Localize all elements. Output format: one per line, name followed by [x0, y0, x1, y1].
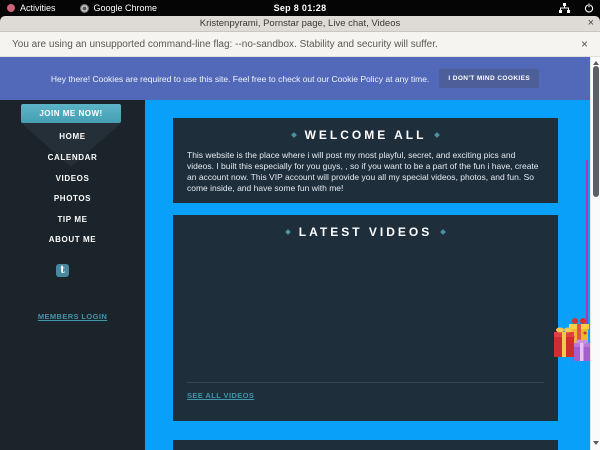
- sidebar: JOIN ME NOW! HOME CALENDAR VIDEOS PHOTOS…: [0, 100, 145, 450]
- latest-videos-panel: LATEST VIDEOS SEE ALL VIDEOS: [173, 215, 558, 421]
- see-all-videos-link[interactable]: SEE ALL VIDEOS: [187, 391, 254, 400]
- scrollbar-up-icon[interactable]: [593, 61, 599, 65]
- scrollbar-thumb[interactable]: [593, 66, 599, 197]
- welcome-title-row: WELCOME ALL: [173, 118, 558, 142]
- chrome-infobar: You are using an unsupported command-lin…: [0, 32, 600, 57]
- scrollbar-down-icon[interactable]: [593, 441, 599, 445]
- sidebar-item-tip-me[interactable]: TIP ME: [0, 215, 145, 224]
- system-tray: [559, 0, 594, 16]
- sidebar-item-about-me[interactable]: ABOUT ME: [0, 235, 145, 244]
- sidebar-item-calendar[interactable]: CALENDAR: [0, 153, 145, 162]
- join-me-now-button[interactable]: JOIN ME NOW!: [21, 104, 121, 123]
- window-titlebar: Kristenpyrami, Pornstar page, Live chat,…: [0, 16, 600, 32]
- members-login-link[interactable]: MEMBERS LOGIN: [0, 312, 145, 321]
- next-panel-partial: [173, 440, 558, 450]
- sidebar-item-photos[interactable]: PHOTOS: [0, 194, 145, 203]
- screen: Activities Google Chrome Sep 8 01:28: [0, 0, 600, 450]
- network-icon[interactable]: [559, 3, 570, 13]
- latest-videos-title: LATEST VIDEOS: [299, 225, 432, 239]
- divider: [187, 382, 544, 383]
- diamond-icon: [285, 229, 291, 235]
- page-scrollbar[interactable]: [590, 57, 600, 450]
- power-icon[interactable]: [584, 3, 594, 13]
- infobar-message: You are using an unsupported command-lin…: [12, 39, 438, 50]
- cookie-banner: Hey there! Cookies are required to use t…: [0, 57, 590, 100]
- infobar-close-icon[interactable]: ×: [581, 37, 588, 51]
- cookie-message: Hey there! Cookies are required to use t…: [51, 74, 429, 84]
- diamond-icon: [440, 229, 446, 235]
- welcome-text: This website is the place where i will p…: [173, 142, 558, 194]
- sidebar-item-videos[interactable]: VIDEOS: [0, 174, 145, 183]
- window-close-icon[interactable]: ×: [588, 17, 594, 29]
- gifts-icon[interactable]: [554, 317, 591, 367]
- diamond-icon: [291, 132, 297, 138]
- welcome-panel: WELCOME ALL This website is the place wh…: [173, 118, 558, 203]
- window-title: Kristenpyrami, Pornstar page, Live chat,…: [200, 18, 400, 29]
- accept-cookies-button[interactable]: I DON'T MIND COOKIES: [439, 69, 539, 88]
- gnome-top-bar: Activities Google Chrome Sep 8 01:28: [0, 0, 600, 16]
- clock[interactable]: Sep 8 01:28: [0, 3, 600, 13]
- welcome-title: WELCOME ALL: [305, 128, 427, 142]
- diamond-icon: [435, 132, 441, 138]
- latest-videos-title-row: LATEST VIDEOS: [173, 215, 558, 239]
- sidebar-item-home[interactable]: HOME: [0, 132, 145, 141]
- chat-widget-edge: [586, 160, 588, 332]
- tumblr-icon[interactable]: t: [56, 264, 69, 277]
